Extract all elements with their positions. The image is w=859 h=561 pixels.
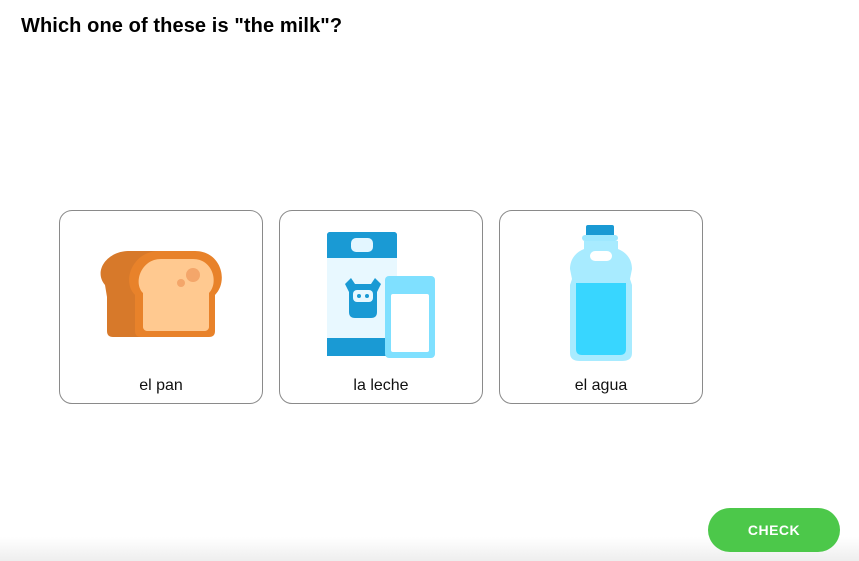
choice-card-el-pan[interactable]: el pan (59, 210, 263, 404)
question-title: Which one of these is "the milk"? (21, 15, 343, 37)
choice-card-el-agua[interactable]: el agua (499, 210, 703, 404)
milk-carton-icon (280, 223, 482, 363)
choice-label: el agua (574, 377, 628, 394)
bread-icon (60, 223, 262, 363)
choice-list: el pan la leche el agua (59, 210, 703, 404)
lesson-screen: Which one of these is "the milk"? el pan (0, 0, 859, 561)
check-button[interactable]: CHECK (708, 508, 840, 552)
choice-card-la-leche[interactable]: la leche (279, 210, 483, 404)
choice-label: el pan (139, 377, 183, 394)
choice-label: la leche (353, 377, 409, 394)
water-bottle-icon (500, 223, 702, 363)
